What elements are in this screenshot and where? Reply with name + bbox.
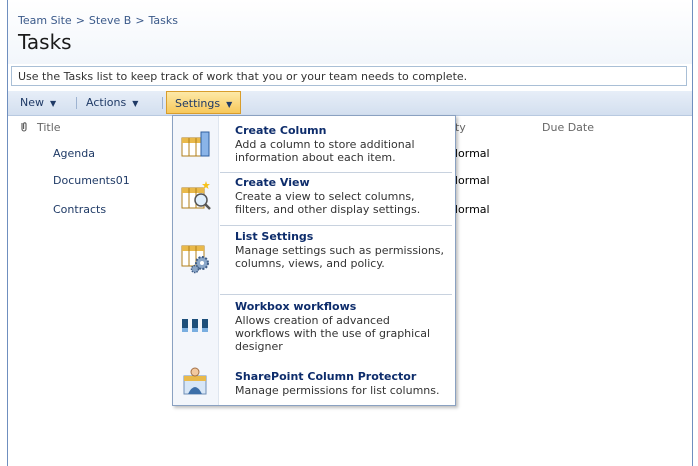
- breadcrumb: Team Site > Steve B > Tasks: [18, 14, 178, 27]
- toolbar-divider: [76, 97, 77, 109]
- create-view-icon: [180, 180, 212, 212]
- menu-item-workbox-workflows[interactable]: Workbox workflows Allows creation of adv…: [173, 300, 455, 360]
- new-label: New: [20, 96, 44, 109]
- menu-item-description: Allows creation of advanced workflows wi…: [235, 314, 431, 353]
- page-title: Tasks: [18, 30, 72, 54]
- task-title-link[interactable]: Documents01: [53, 174, 130, 187]
- menu-item-title: Create Column: [235, 124, 327, 137]
- chevron-down-icon: ▼: [50, 99, 57, 108]
- menu-item-create-column[interactable]: Create Column Add a column to store addi…: [173, 124, 455, 168]
- breadcrumb-separator: >: [135, 14, 145, 27]
- new-menu-button[interactable]: New ▼: [20, 91, 56, 115]
- create-column-icon: [180, 128, 212, 160]
- menu-item-title: Workbox workflows: [235, 300, 357, 313]
- menu-divider: [220, 172, 452, 173]
- menu-item-description: Manage permissions for list columns.: [235, 384, 440, 397]
- list-settings-icon: [180, 242, 212, 274]
- column-title[interactable]: Title: [37, 121, 61, 134]
- list-description: Use the Tasks list to keep track of work…: [11, 66, 687, 86]
- column-due-date[interactable]: Due Date: [542, 121, 594, 134]
- task-title-link[interactable]: Agenda: [53, 147, 95, 160]
- breadcrumb-user[interactable]: Steve B: [89, 14, 131, 27]
- task-title-link[interactable]: Contracts: [53, 203, 106, 216]
- menu-item-column-protector[interactable]: SharePoint Column Protector Manage permi…: [173, 367, 455, 402]
- menu-divider: [220, 225, 452, 226]
- workflow-icon: [180, 310, 212, 342]
- menu-item-title: List Settings: [235, 230, 314, 243]
- column-protector-icon: [180, 364, 212, 396]
- actions-label: Actions: [86, 96, 127, 109]
- menu-item-description: Create a view to select columns, filters…: [235, 190, 421, 216]
- menu-item-title: SharePoint Column Protector: [235, 370, 417, 383]
- attachment-icon[interactable]: [20, 121, 28, 135]
- breadcrumb-site[interactable]: Team Site: [18, 14, 72, 27]
- menu-item-list-settings[interactable]: List Settings Manage settings such as pe…: [173, 230, 455, 290]
- menu-item-create-view[interactable]: Create View Create a view to select colu…: [173, 176, 455, 220]
- page-frame: Team Site > Steve B > Tasks Tasks Use the Ta…: [7, 0, 693, 466]
- breadcrumb-list[interactable]: Tasks: [149, 14, 178, 27]
- settings-label: Settings: [175, 97, 221, 110]
- page-header: Team Site > Steve B > Tasks Tasks: [8, 0, 692, 64]
- menu-item-description: Add a column to store additional informa…: [235, 138, 415, 164]
- settings-dropdown-menu: Create Column Add a column to store addi…: [172, 115, 456, 406]
- chevron-down-icon: ▼: [132, 99, 139, 108]
- breadcrumb-separator: >: [75, 14, 85, 27]
- actions-menu-button[interactable]: Actions ▼: [86, 91, 138, 115]
- list-toolbar: New ▼ Actions ▼ Settings ▼: [8, 91, 692, 116]
- menu-item-title: Create View: [235, 176, 310, 189]
- settings-menu-button[interactable]: Settings ▼: [166, 91, 242, 114]
- chevron-down-icon: ▼: [226, 100, 233, 109]
- menu-item-description: Manage settings such as permissions, col…: [235, 244, 445, 270]
- menu-divider: [220, 294, 452, 295]
- toolbar-divider: [162, 97, 163, 109]
